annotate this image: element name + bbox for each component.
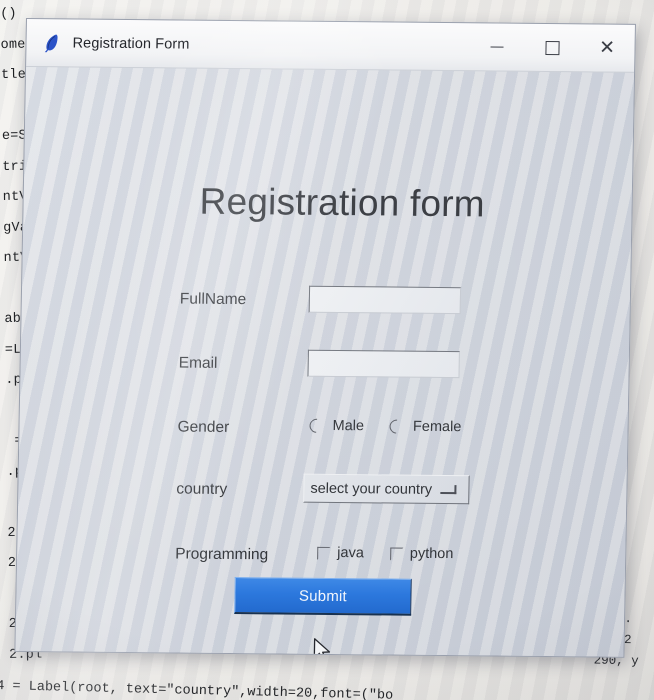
gender-radio-group: Male Female (306, 415, 487, 437)
window-title: Registration Form (72, 34, 190, 53)
window-titlebar[interactable]: Registration Form ✕ (26, 19, 635, 73)
fullname-label: FullName (179, 290, 247, 309)
checkbox-square-icon (317, 546, 331, 560)
gender-label: Gender (177, 418, 230, 436)
minimize-button[interactable] (469, 23, 525, 71)
fullname-input[interactable] (308, 285, 462, 315)
close-icon: ✕ (598, 37, 616, 59)
checkbox-python-label: python (409, 545, 454, 563)
country-dropdown[interactable]: select your country (303, 473, 470, 505)
submit-button[interactable]: Submit (234, 577, 412, 616)
screenshot-root: () ome tle e=S tri ntV gVa ntV abl =La .… (0, 0, 654, 700)
checkbox-square-icon (389, 547, 403, 561)
maximize-icon (544, 40, 560, 55)
form-body: Registration form FullName Email Gender … (15, 67, 635, 658)
field-row-email: Email (20, 349, 629, 393)
page-title: Registration form (199, 180, 486, 225)
radio-circle-icon (306, 415, 327, 436)
gender-radio-female[interactable]: Female (387, 416, 462, 437)
programming-check-group: java python (317, 545, 479, 563)
checkbox-java-label: java (337, 545, 364, 562)
chevron-down-icon (440, 484, 457, 495)
gender-radio-male-label: Male (332, 417, 365, 435)
gender-radio-female-label: Female (412, 418, 462, 436)
minimize-icon (490, 46, 504, 48)
email-input[interactable] (307, 349, 460, 379)
tkinter-feather-icon (44, 33, 58, 52)
maximize-button[interactable] (524, 24, 580, 72)
checkbox-python[interactable]: python (389, 545, 454, 563)
field-row-gender: Gender Male Female (19, 415, 628, 457)
email-label: Email (178, 354, 218, 372)
field-row-country: country select your country (18, 473, 627, 519)
gender-radio-male[interactable]: Male (306, 415, 365, 436)
registration-form-window: Registration Form ✕ Registration form Fu… (14, 18, 636, 658)
close-button[interactable]: ✕ (579, 24, 635, 72)
window-controls: ✕ (469, 23, 635, 72)
mouse-cursor-icon (313, 638, 331, 658)
country-dropdown-value: select your country (310, 480, 433, 498)
field-row-fullname: FullName (21, 285, 630, 329)
radio-circle-icon (387, 416, 407, 437)
programming-label: Programming (175, 545, 269, 564)
checkbox-java[interactable]: java (317, 545, 364, 561)
